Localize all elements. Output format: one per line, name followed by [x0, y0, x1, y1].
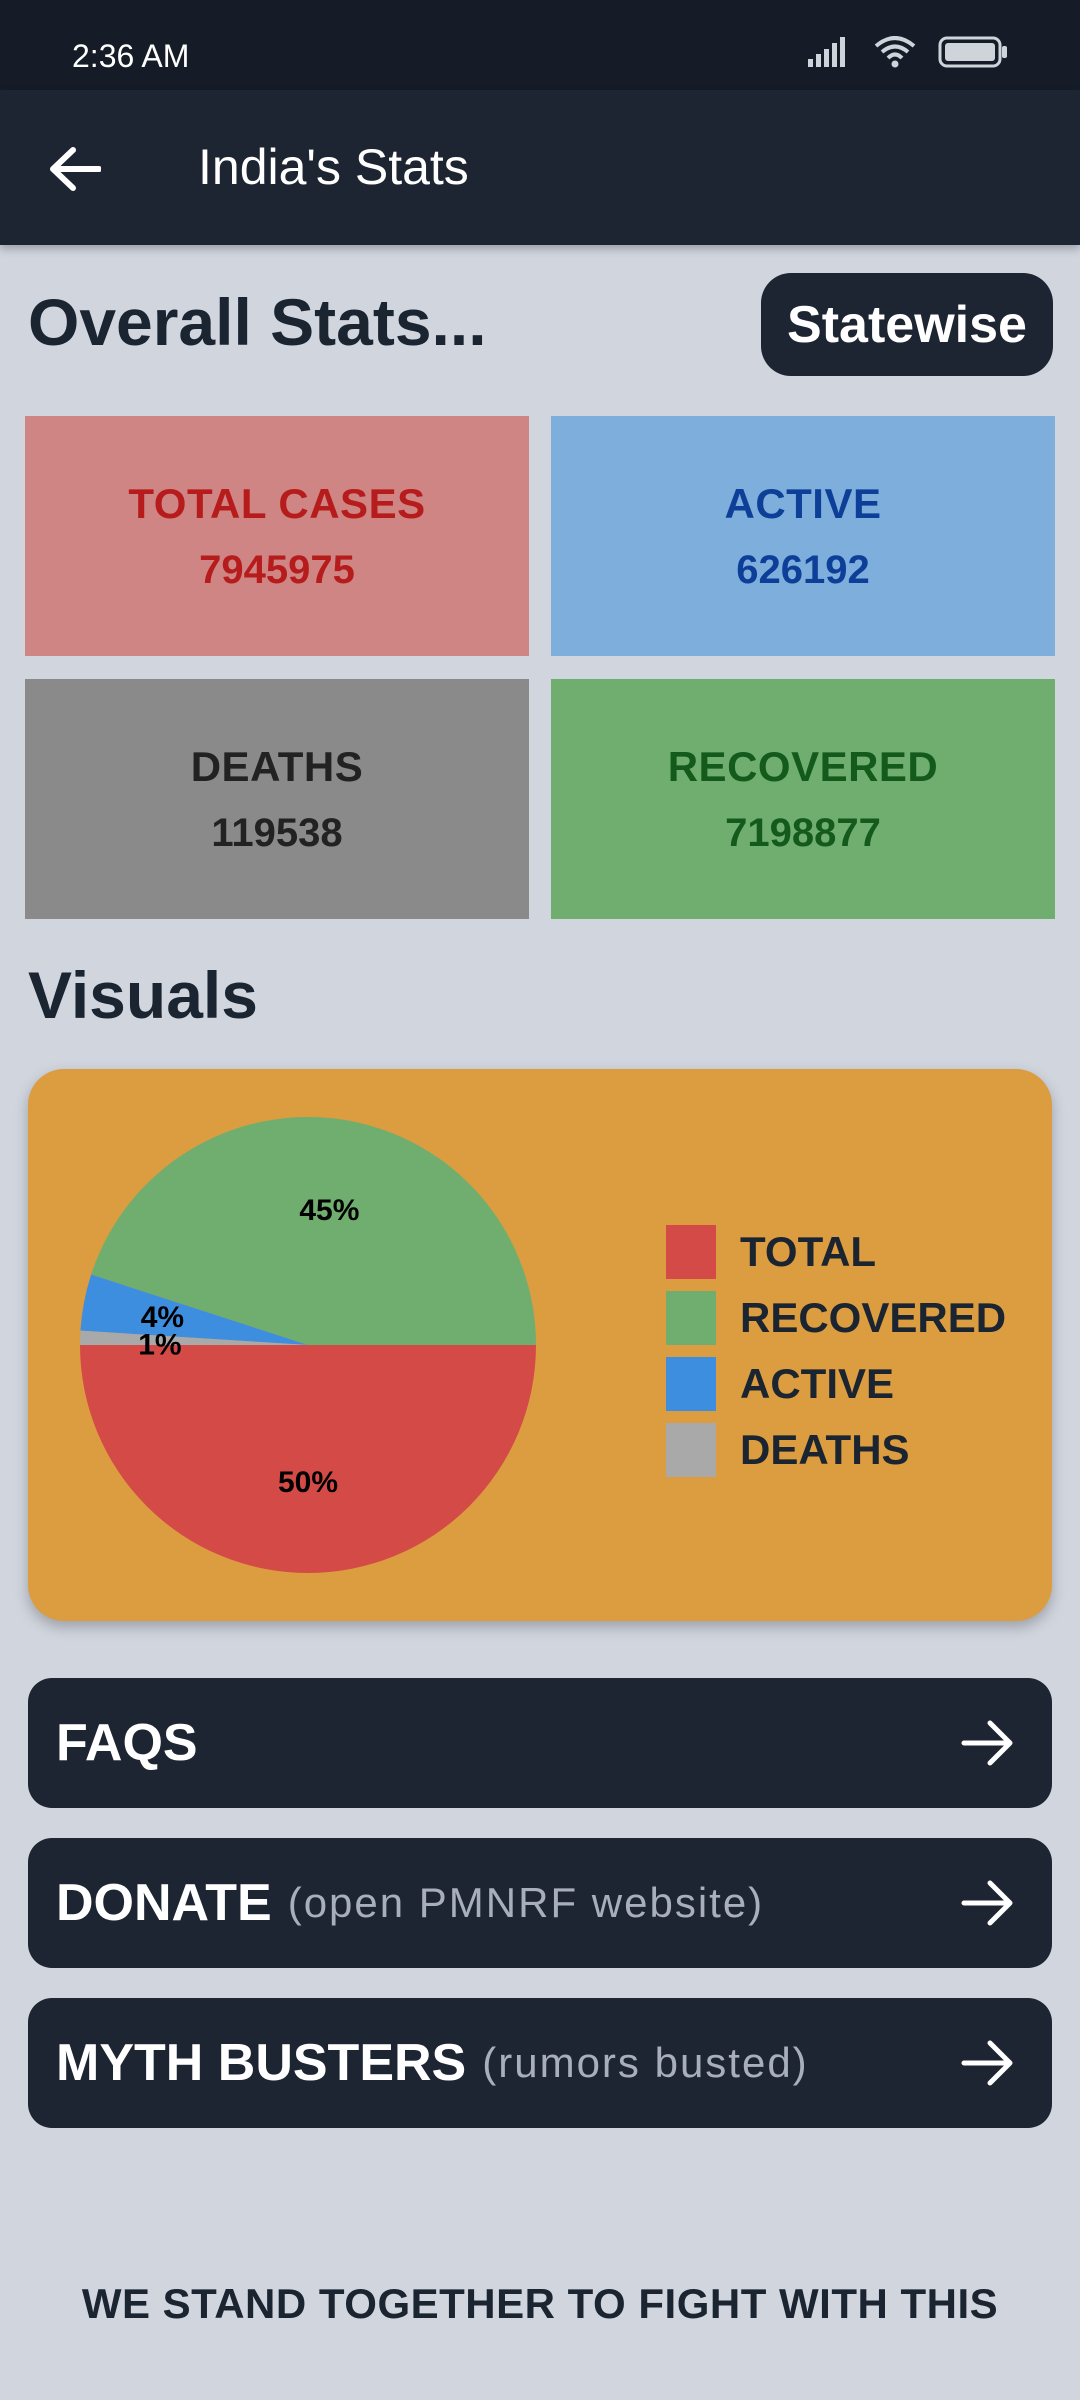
faqs-button[interactable]: FAQS	[28, 1678, 1052, 1808]
visuals-card: 50% 45% 4% 1% TOTAL RECOVERED ACTIVE DEATHS	[28, 1069, 1052, 1621]
active-label: ACTIVE	[724, 479, 882, 527]
legend-label: DEATHS	[740, 1426, 910, 1473]
legend-label: RECOVERED	[740, 1294, 1007, 1341]
active-value: 626192	[736, 547, 870, 592]
legend-label: ACTIVE	[740, 1360, 895, 1407]
donate-sublabel: (open PMNRF website)	[287, 1879, 765, 1926]
legend-swatch	[666, 1225, 716, 1279]
recovered-card: RECOVERED 7198877	[551, 679, 1055, 919]
deaths-label: DEATHS	[190, 742, 364, 790]
back-button[interactable]	[36, 130, 114, 208]
pie-label-total: 50%	[278, 1466, 338, 1499]
status-time: 2:36 AM	[72, 38, 190, 74]
app-bar: India's Stats	[0, 90, 1080, 245]
faqs-label: FAQS	[56, 1714, 198, 1772]
active-card: ACTIVE 626192	[551, 416, 1055, 656]
page-title: India's Stats	[198, 139, 469, 195]
recovered-value: 7198877	[725, 810, 881, 855]
myth-busters-label: MYTH BUSTERS	[56, 2034, 467, 2092]
footer-text: WE STAND TOGETHER TO FIGHT WITH THIS	[81, 2280, 999, 2327]
total-cases-value: 7945975	[199, 547, 355, 592]
legend-item-total: TOTAL	[666, 1219, 1006, 1285]
legend-swatch	[666, 1291, 716, 1345]
legend-item-active: ACTIVE	[666, 1351, 1006, 1417]
pie-label-recovered: 45%	[299, 1194, 359, 1227]
wifi-icon	[874, 36, 916, 68]
battery-icon	[938, 36, 1007, 68]
statewise-button[interactable]: Statewise	[761, 273, 1053, 376]
total-cases-label: TOTAL CASES	[128, 479, 426, 527]
signal-icon	[808, 37, 845, 67]
arrow-left-icon	[50, 147, 101, 191]
donate-label: DONATE	[56, 1874, 272, 1932]
legend-swatch	[666, 1357, 716, 1411]
status-icons	[808, 36, 1008, 68]
legend-item-deaths: DEATHS	[666, 1417, 1006, 1483]
recovered-label: RECOVERED	[667, 742, 939, 790]
deaths-value: 119538	[211, 810, 343, 855]
myth-busters-sublabel: (rumors busted)	[482, 2039, 809, 2086]
arrow-right-icon	[961, 2040, 1013, 2086]
donate-button[interactable]: DONATE (open PMNRF website)	[28, 1838, 1052, 1968]
pie-chart: 50%45%4%1%	[80, 1117, 536, 1573]
chart-legend: TOTAL RECOVERED ACTIVE DEATHS	[666, 1219, 1006, 1483]
total-cases-card: TOTAL CASES 7945975	[25, 416, 529, 656]
overall-stats-heading: Overall Stats...	[28, 285, 487, 359]
pie-label-deaths: 1%	[138, 1328, 181, 1361]
status-bar: 2:36 AM	[0, 0, 1080, 90]
myth-busters-button[interactable]: MYTH BUSTERS (rumors busted)	[28, 1998, 1052, 2128]
visuals-heading: Visuals	[28, 958, 258, 1032]
pie-slice-total	[80, 1345, 536, 1573]
legend-item-recovered: RECOVERED	[666, 1285, 1006, 1351]
arrow-right-icon	[961, 1720, 1013, 1766]
legend-swatch	[666, 1423, 716, 1477]
deaths-card: DEATHS 119538	[25, 679, 529, 919]
arrow-right-icon	[961, 1880, 1013, 1926]
legend-label: TOTAL	[740, 1228, 877, 1275]
